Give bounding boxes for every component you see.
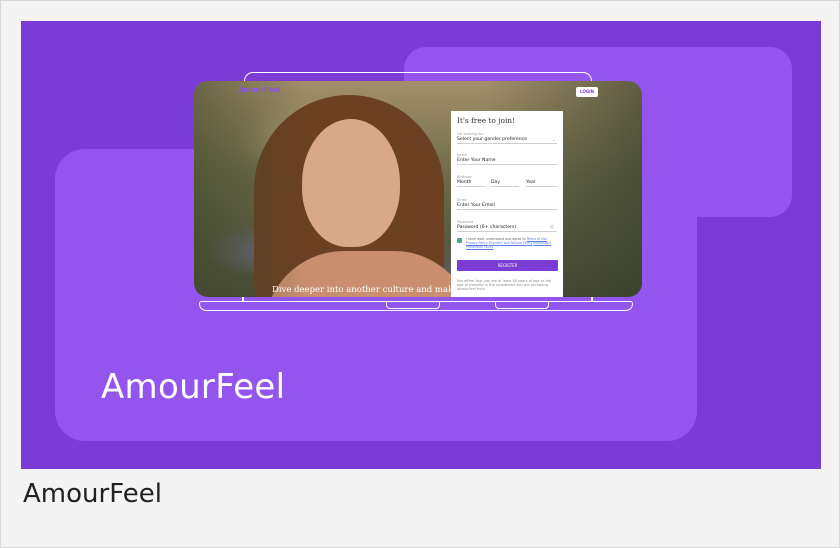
name-field[interactable]: Enter Your Name (457, 158, 557, 165)
refund-policy-link[interactable]: Payment and Refund Policy (489, 241, 532, 245)
laptop-notch-right (495, 302, 549, 309)
chevron-down-icon: ⌄ (552, 137, 556, 142)
hero-banner[interactable]: AmourFeel LOGIN Dive deeper into another… (21, 21, 821, 469)
age-note: You affirm that you are at least 18 year… (457, 279, 552, 291)
terms-checkbox[interactable] (457, 238, 462, 243)
seeking-select[interactable]: Select your gender preference (457, 137, 557, 144)
form-title: It's free to join! (457, 116, 516, 125)
seeking-label: I'm seeking for (457, 132, 484, 136)
year-select[interactable]: Year (526, 180, 557, 187)
login-button[interactable]: LOGIN (576, 87, 598, 97)
app-card[interactable]: AmourFeel LOGIN Dive deeper into another… (0, 0, 840, 548)
password-label: Password (457, 220, 474, 224)
register-button[interactable]: REGISTER (457, 260, 558, 271)
day-select[interactable]: Day (491, 180, 519, 187)
email-label: Email (457, 198, 467, 202)
password-field[interactable]: Password (6+ characters) (457, 225, 557, 232)
screen-logo: AmourFeel (238, 86, 281, 94)
terms-text: I have read, understand and agree to Ter… (466, 237, 558, 249)
month-select[interactable]: Month (457, 180, 485, 187)
birthday-label: Birthday (457, 175, 472, 179)
hero-brand-title: AmourFeel (101, 367, 286, 407)
eye-icon[interactable]: ◎ (550, 224, 554, 230)
name-label: Name (457, 153, 468, 157)
photo-background (194, 81, 642, 297)
card-caption[interactable]: AmourFeel (23, 479, 162, 509)
laptop-notch-left (386, 302, 440, 309)
email-field[interactable]: Enter Your Email (457, 203, 557, 210)
signup-form: It's free to join! I'm seeking for Selec… (451, 111, 563, 297)
laptop-screen: AmourFeel LOGIN Dive deeper into another… (194, 81, 642, 297)
